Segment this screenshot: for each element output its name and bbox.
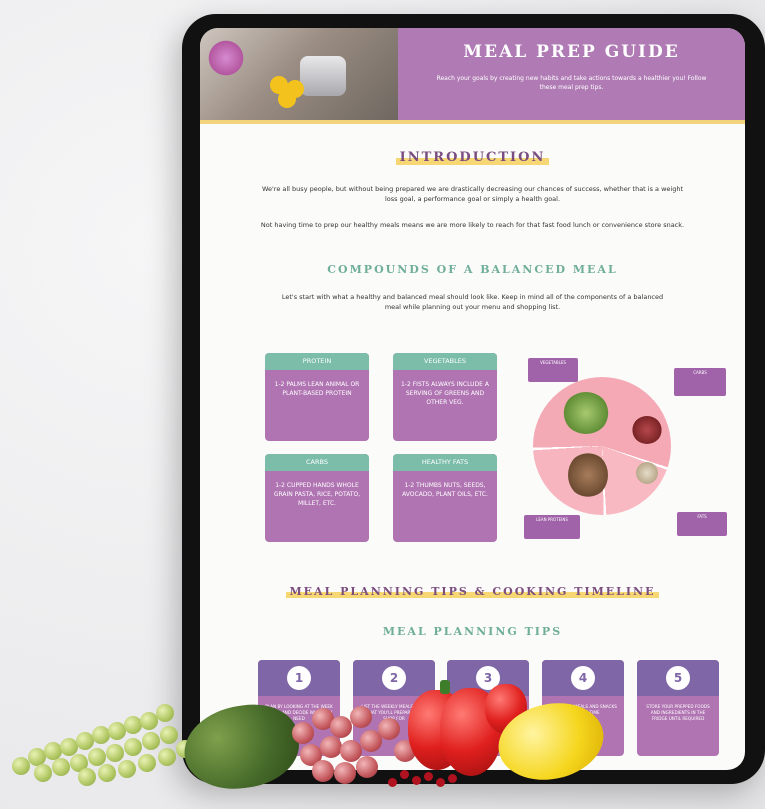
tip-number: 5: [666, 666, 690, 690]
tip-header: 5: [637, 660, 719, 696]
guide-title: MEAL PREP GUIDE: [463, 42, 680, 62]
guide-header: MEAL PREP GUIDE Reach your goals by crea…: [398, 28, 745, 120]
compounds-paragraph: Let's start with what a healthy and bala…: [281, 293, 664, 311]
card-title: VEGETABLES: [393, 353, 497, 370]
card-carbs: CARBS 1-2 CUPPED HANDS WHOLE GRAIN PASTA…: [265, 454, 369, 542]
card-body: 1-2 CUPPED HANDS WHOLE GRAIN PASTA, RICE…: [273, 482, 361, 507]
plate-label-vegetables: VEGETABLES: [528, 358, 578, 382]
card-protein: PROTEIN 1-2 PALMS LEAN ANIMAL OR PLANT-B…: [265, 353, 369, 441]
tip-header: 1: [258, 660, 340, 696]
card-title: PROTEIN: [265, 353, 369, 370]
plate-label-fats: FATS: [677, 512, 727, 536]
tip-number: 4: [571, 666, 595, 690]
tip-card-5: 5 STORE YOUR PREPPED FOODS AND INGREDIEN…: [637, 660, 719, 756]
compounds-title: COMPOUNDS OF A BALANCED MEAL: [327, 263, 618, 276]
lemon-image: [278, 90, 296, 108]
card-healthy-fats: HEALTHY FATS 1-2 THUMBS NUTS, SEEDS, AVO…: [393, 454, 497, 542]
intro-title: INTRODUCTION: [200, 150, 745, 165]
tips-section-title: MEAL PLANNING TIPS & COOKING TIMELINE: [200, 585, 745, 598]
pan-image: [300, 56, 346, 96]
pepper-stem: [440, 680, 450, 694]
intro-paragraph-2: Not having time to prep our healthy meal…: [260, 221, 685, 229]
card-body: 1-2 PALMS LEAN ANIMAL OR PLANT-BASED PRO…: [274, 381, 360, 397]
tablet-screen: MEAL PREP GUIDE Reach your goals by crea…: [200, 28, 745, 770]
protein-image: [568, 452, 608, 498]
tip-text: STORE YOUR PREPPED FOODS AND INGREDIENTS…: [646, 704, 710, 721]
card-body: 1-2 THUMBS NUTS, SEEDS, AVOCADO, PLANT O…: [402, 482, 488, 498]
tip-number: 2: [382, 666, 406, 690]
intro-paragraph-1: We're all busy people, but without being…: [261, 185, 684, 203]
card-vegetables: VEGETABLES 1-2 FISTS ALWAYS INCLUDE A SE…: [393, 353, 497, 441]
card-title: CARBS: [265, 454, 369, 471]
tip-number: 1: [287, 666, 311, 690]
vegetables-image: [563, 392, 609, 434]
plate-label-carbs: CARBS: [674, 368, 726, 396]
flowers-image: [206, 38, 246, 78]
card-title: HEALTHY FATS: [393, 454, 497, 471]
card-body: 1-2 FISTS ALWAYS INCLUDE A SERVING OF GR…: [401, 381, 489, 406]
plate-label-protein: LEAN PROTEINS: [524, 515, 580, 539]
tip-header: 2: [353, 660, 435, 696]
fats-image: [636, 462, 658, 484]
tips-subtitle: MEAL PLANNING TIPS: [382, 625, 563, 638]
divider: [200, 120, 745, 124]
tip-header: 4: [542, 660, 624, 696]
kitchen-photo: [200, 28, 398, 120]
guide-subtitle: Reach your goals by creating new habits …: [436, 75, 707, 91]
tablet-frame: MEAL PREP GUIDE Reach your goals by crea…: [182, 14, 765, 784]
carbs-image: [632, 416, 662, 444]
